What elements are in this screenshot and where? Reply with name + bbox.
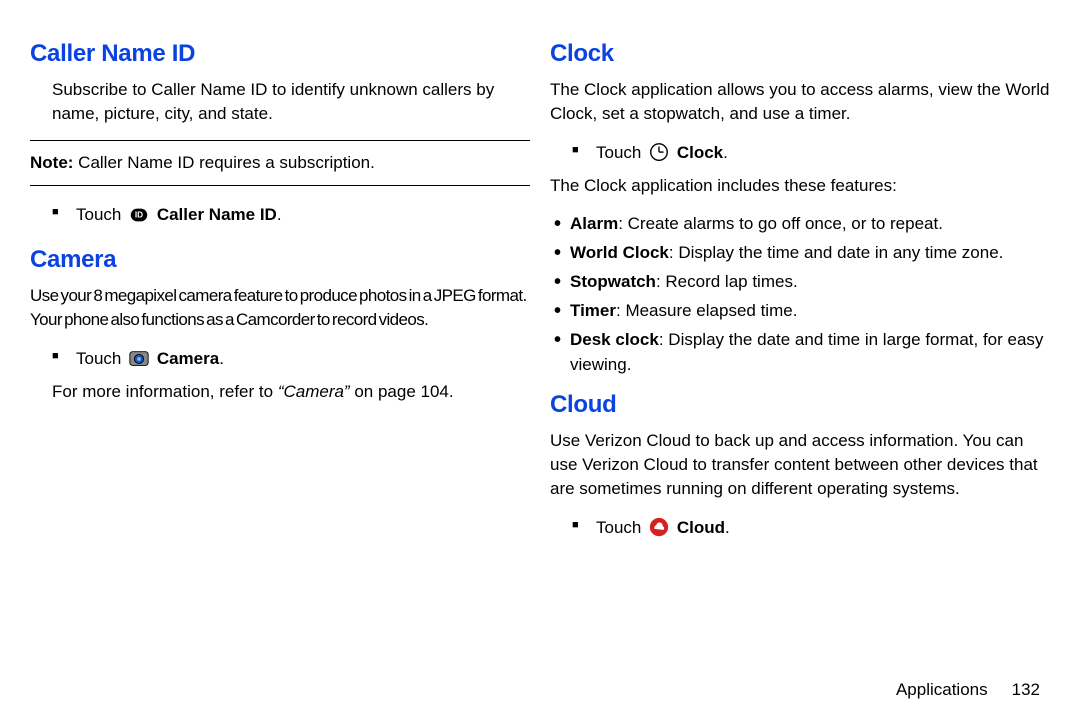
touch-camera: Touch Camera.	[52, 346, 530, 372]
camera-description: Use your 8 megapixel camera feature to p…	[30, 284, 530, 332]
touch-bold: Clock	[677, 143, 723, 162]
touch-prefix: Touch	[596, 143, 646, 162]
cloud-touch-list: Touch Cloud.	[550, 515, 1050, 541]
heading-caller-name-id: Caller Name ID	[30, 40, 530, 68]
caller-id-icon: ID	[128, 204, 150, 224]
touch-suffix: .	[725, 518, 730, 537]
touch-cloud: Touch Cloud.	[572, 515, 1050, 541]
touch-prefix: Touch	[76, 205, 126, 224]
camera-refer: For more information, refer to “Camera” …	[30, 380, 530, 404]
clock-icon	[648, 142, 670, 162]
caller-description: Subscribe to Caller Name ID to identify …	[30, 78, 530, 126]
feature-name: Alarm	[570, 214, 618, 233]
feature-desc: : Measure elapsed time.	[616, 301, 797, 320]
camera-icon	[128, 348, 150, 368]
feature-desc: : Record lap times.	[656, 272, 798, 291]
touch-bold: Camera	[157, 349, 219, 368]
clock-touch-list: Touch Clock.	[550, 140, 1050, 166]
note-text: Caller Name ID requires a subscription.	[73, 153, 374, 172]
clock-features-list: Alarm: Create alarms to go off once, or …	[550, 212, 1050, 377]
feature-world-clock: World Clock: Display the time and date i…	[550, 241, 1050, 265]
clock-description: The Clock application allows you to acce…	[550, 78, 1050, 126]
page-content: Caller Name ID Subscribe to Caller Name …	[0, 0, 1080, 549]
left-column: Caller Name ID Subscribe to Caller Name …	[30, 40, 530, 549]
camera-touch-list: Touch Camera.	[30, 346, 530, 372]
refer-pre: For more information, refer to	[52, 382, 278, 401]
svg-text:ID: ID	[135, 211, 143, 220]
touch-suffix: .	[219, 349, 224, 368]
feature-alarm: Alarm: Create alarms to go off once, or …	[550, 212, 1050, 236]
heading-camera: Camera	[30, 246, 530, 274]
heading-cloud: Cloud	[550, 391, 1050, 419]
refer-post: on page 104.	[350, 382, 454, 401]
feature-name: Stopwatch	[570, 272, 656, 291]
touch-bold: Cloud	[677, 518, 725, 537]
feature-name: Timer	[570, 301, 616, 320]
caller-note: Note: Caller Name ID requires a subscrip…	[30, 140, 530, 186]
feature-name: Desk clock	[570, 330, 659, 349]
feature-desc: : Create alarms to go off once, or to re…	[618, 214, 943, 233]
note-label: Note:	[30, 153, 73, 172]
touch-prefix: Touch	[76, 349, 126, 368]
touch-clock: Touch Clock.	[572, 140, 1050, 166]
feature-desc: : Display the time and date in any time …	[669, 243, 1004, 262]
touch-prefix: Touch	[596, 518, 646, 537]
refer-italic: “Camera”	[278, 382, 350, 401]
cloud-description: Use Verizon Cloud to back up and access …	[550, 429, 1050, 501]
feature-timer: Timer: Measure elapsed time.	[550, 299, 1050, 323]
touch-suffix: .	[723, 143, 728, 162]
cloud-icon	[648, 517, 670, 537]
feature-desk-clock: Desk clock: Display the date and time in…	[550, 328, 1050, 376]
footer-page-number: 132	[1012, 680, 1040, 699]
caller-touch-list: Touch ID Caller Name ID.	[30, 202, 530, 228]
right-column: Clock The Clock application allows you t…	[550, 40, 1050, 549]
heading-clock: Clock	[550, 40, 1050, 68]
touch-caller-name-id: Touch ID Caller Name ID.	[52, 202, 530, 228]
feature-stopwatch: Stopwatch: Record lap times.	[550, 270, 1050, 294]
touch-suffix: .	[277, 205, 282, 224]
touch-bold: Caller Name ID	[157, 205, 277, 224]
footer-section: Applications	[896, 680, 988, 699]
feature-name: World Clock	[570, 243, 669, 262]
clock-features-intro: The Clock application includes these fea…	[550, 174, 1050, 198]
page-footer: Applications 132	[896, 680, 1040, 700]
